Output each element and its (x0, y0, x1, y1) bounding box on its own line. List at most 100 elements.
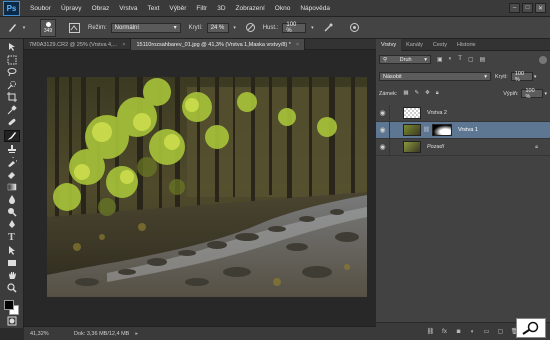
close-tab-icon[interactable]: × (296, 42, 299, 48)
menu-select[interactable]: Výběr (169, 5, 186, 12)
adjustment-layer-icon[interactable]: ◐ (467, 327, 478, 337)
layer-filter-select[interactable]: ⚲ Druh ▾ (379, 55, 431, 64)
filter-toggle-icon[interactable] (539, 55, 547, 64)
layer-name[interactable]: Vrstva 1 (458, 127, 478, 133)
tab-label: 15110rozsahbarev_01.jpg @ 41,3% (Vrstva … (136, 41, 291, 48)
layer-opacity-field[interactable]: 100 % (510, 71, 533, 83)
fill-field[interactable]: 100 % (521, 88, 544, 100)
airbrush-icon[interactable] (322, 22, 334, 34)
document-image[interactable] (47, 77, 367, 297)
close-tab-icon[interactable]: × (122, 42, 125, 48)
blend-mode-select[interactable]: Násobit ▾ (379, 72, 491, 81)
layer-name[interactable]: Vrstva 2 (427, 110, 447, 116)
path-selection-tool-icon[interactable] (4, 245, 20, 256)
close-button[interactable]: ✕ (535, 3, 546, 13)
flow-field[interactable]: 100 % (282, 22, 307, 34)
layer-filter-row: ⚲ Druh ▾ ▣ ◐ T ▢ ▤ (379, 55, 547, 64)
flow-label: Hust.: (262, 24, 279, 31)
status-menu-arrow-icon[interactable]: ▸ (135, 331, 138, 337)
quick-selection-tool-icon[interactable] (4, 80, 20, 90)
hand-tool-icon[interactable] (4, 270, 20, 280)
visibility-eye-icon[interactable]: ◉ (376, 138, 390, 156)
eraser-tool-icon[interactable] (4, 169, 20, 180)
mode-select[interactable]: Normální ▾ (110, 22, 181, 33)
minimize-button[interactable]: – (509, 3, 520, 13)
maximize-button[interactable]: □ (522, 3, 533, 13)
menu-image[interactable]: Obraz (92, 5, 110, 12)
move-tool-icon[interactable] (4, 42, 20, 52)
tab-paths[interactable]: Cesty (428, 39, 452, 51)
layer-effects-icon[interactable]: fx (439, 327, 450, 337)
opacity-dropdown-icon[interactable]: ▾ (229, 22, 241, 34)
crop-tool-icon[interactable] (4, 92, 20, 103)
lock-move-icon[interactable]: ✥ (425, 90, 430, 97)
search-icon: ⚲ (383, 56, 388, 63)
menu-window[interactable]: Okno (275, 5, 291, 12)
zoom-level[interactable]: 41,32% (24, 331, 50, 337)
mode-label: Režim: (88, 24, 107, 31)
menu-3d[interactable]: 3D (217, 5, 225, 12)
tool-preset-dropdown-icon[interactable]: ▾ (18, 22, 30, 34)
brush-tool-icon[interactable] (3, 129, 20, 142)
layer-row[interactable]: ◉ Pozadí 🔒︎ (376, 138, 550, 156)
layer-name[interactable]: Pozadí (427, 144, 444, 150)
chevron-down-icon[interactable]: ▾ (534, 74, 537, 80)
brush-tool-icon[interactable] (6, 22, 18, 34)
link-layers-icon[interactable]: ⛓ (425, 327, 436, 337)
gradient-tool-icon[interactable] (4, 182, 20, 192)
filter-pixel-icon[interactable]: ▣ (437, 56, 443, 63)
menu-help[interactable]: Nápověda (300, 5, 330, 12)
opacity-field[interactable]: 24 % (206, 22, 229, 33)
rectangle-tool-icon[interactable] (4, 258, 20, 268)
tab-channels[interactable]: Kanály (401, 39, 428, 51)
menu-bar: Ps Soubor Úpravy Obraz Vrstva Text Výběr… (0, 0, 550, 17)
brush-panel-icon[interactable] (68, 22, 80, 34)
layer-row[interactable]: ◉ Vrstva 2 (376, 104, 550, 122)
tab-layers[interactable]: Vrstvy (376, 39, 402, 51)
menu-file[interactable]: Soubor (30, 5, 51, 12)
flow-dropdown-icon[interactable]: ▾ (306, 22, 318, 34)
eyedropper-tool-icon[interactable] (4, 104, 20, 115)
tab-history[interactable]: Historie (452, 39, 481, 51)
marquee-tool-icon[interactable] (4, 55, 20, 65)
color-swatches[interactable] (3, 299, 21, 316)
clone-stamp-tool-icon[interactable] (4, 144, 20, 154)
link-icon[interactable]: ⛓ (423, 127, 430, 133)
new-layer-icon[interactable]: ▢ (495, 327, 506, 337)
pressure-opacity-icon[interactable] (245, 22, 257, 34)
lock-all-icon[interactable]: 🔒︎ (436, 90, 439, 97)
tab-document-1[interactable]: 7M0A3129.CR2 @ 25% (Vrstva 4,... × (24, 39, 132, 50)
add-mask-icon[interactable]: ◙ (453, 327, 464, 337)
menu-layer[interactable]: Vrstva (119, 5, 137, 12)
filter-shape-icon[interactable]: ▢ (468, 56, 474, 63)
menu-view[interactable]: Zobrazení (236, 5, 265, 12)
lasso-tool-icon[interactable] (4, 67, 20, 77)
blur-tool-icon[interactable] (4, 194, 20, 205)
zoom-tool-icon[interactable] (4, 283, 20, 293)
pressure-size-icon[interactable] (348, 22, 360, 34)
lock-paint-icon[interactable]: ✎ (415, 90, 420, 97)
filter-adjustment-icon[interactable]: ◐ (449, 56, 453, 63)
type-tool-icon[interactable]: T (4, 232, 20, 243)
visibility-eye-icon[interactable]: ◉ (376, 121, 390, 139)
brush-size-picker[interactable]: 349 (40, 18, 56, 37)
dodge-tool-icon[interactable] (4, 207, 20, 217)
quick-mask-icon[interactable] (4, 316, 20, 326)
chevron-down-icon[interactable]: ▾ (544, 91, 547, 97)
canvas-area[interactable] (24, 50, 376, 326)
tab-document-2[interactable]: 15110rozsahbarev_01.jpg @ 41,3% (Vrstva … (131, 39, 306, 50)
menu-type[interactable]: Text (147, 5, 159, 12)
lock-transparent-icon[interactable]: ▦ (403, 90, 408, 97)
healing-brush-tool-icon[interactable] (4, 117, 20, 127)
foreground-color-swatch[interactable] (3, 300, 14, 311)
layer-row[interactable]: ◉ ⛓ Vrstva 1 (376, 121, 550, 139)
history-brush-tool-icon[interactable] (4, 156, 20, 167)
filter-smart-icon[interactable]: ▤ (480, 56, 486, 63)
filter-type-icon[interactable]: T (458, 56, 462, 63)
visibility-eye-icon[interactable]: ◉ (376, 104, 390, 122)
new-group-icon[interactable]: ▭ (481, 327, 492, 337)
pen-tool-icon[interactable] (4, 219, 20, 229)
menu-edit[interactable]: Úpravy (61, 5, 82, 12)
menu-filter[interactable]: Filtr (196, 5, 207, 12)
layer-mask-thumbnail[interactable] (431, 124, 452, 136)
